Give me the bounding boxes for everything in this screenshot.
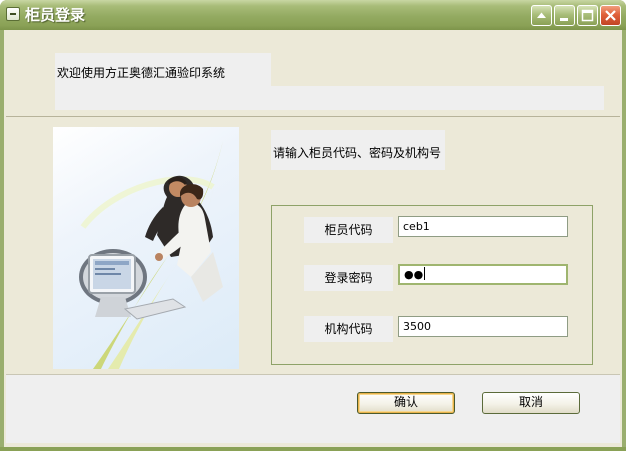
password-label: 登录密码 bbox=[304, 265, 393, 291]
branch-code-input[interactable]: 3500 bbox=[398, 316, 568, 337]
header-panel: 欢迎使用方正奥德汇通验印系统 bbox=[6, 31, 620, 117]
login-window: 柜员登录 欢迎使用方正奥德汇通验印系统 请输入柜员代码、密码及机构号 柜员代码 … bbox=[0, 0, 626, 451]
cancel-button[interactable]: 取消 bbox=[482, 392, 580, 414]
minimize-button[interactable] bbox=[554, 5, 575, 26]
close-icon bbox=[605, 10, 616, 21]
people-at-computer-illustration bbox=[79, 141, 223, 369]
credentials-group: 柜员代码 ceb1 登录密码 ●● 机构代码 3500 bbox=[271, 205, 593, 365]
ok-button[interactable]: 确认 bbox=[357, 392, 455, 414]
password-mask: ●● bbox=[404, 268, 424, 281]
password-input[interactable]: ●● bbox=[398, 264, 568, 285]
button-panel: 确认 取消 bbox=[6, 374, 620, 443]
system-menu-icon[interactable] bbox=[6, 7, 20, 21]
maximize-button[interactable] bbox=[577, 5, 598, 26]
window-client-area: 欢迎使用方正奥德汇通验印系统 请输入柜员代码、密码及机构号 柜员代码 ceb1 … bbox=[4, 30, 622, 447]
branch-code-label: 机构代码 bbox=[304, 316, 393, 342]
minimize-icon bbox=[560, 18, 568, 21]
welcome-text: 欢迎使用方正奥德汇通验印系统 bbox=[55, 53, 271, 86]
window-bottom-border bbox=[0, 447, 626, 451]
header-strip bbox=[55, 86, 604, 110]
text-caret bbox=[424, 267, 426, 280]
banner-image bbox=[53, 127, 239, 369]
close-button[interactable] bbox=[600, 5, 621, 26]
window-title: 柜员登录 bbox=[25, 6, 86, 24]
instruction-text: 请输入柜员代码、密码及机构号 bbox=[271, 130, 445, 170]
maximize-icon bbox=[581, 9, 594, 22]
teller-code-input[interactable]: ceb1 bbox=[398, 216, 568, 237]
title-bar[interactable]: 柜员登录 bbox=[0, 0, 626, 30]
teller-code-label: 柜员代码 bbox=[304, 217, 393, 243]
help-button[interactable] bbox=[531, 5, 552, 26]
help-icon bbox=[537, 12, 546, 18]
